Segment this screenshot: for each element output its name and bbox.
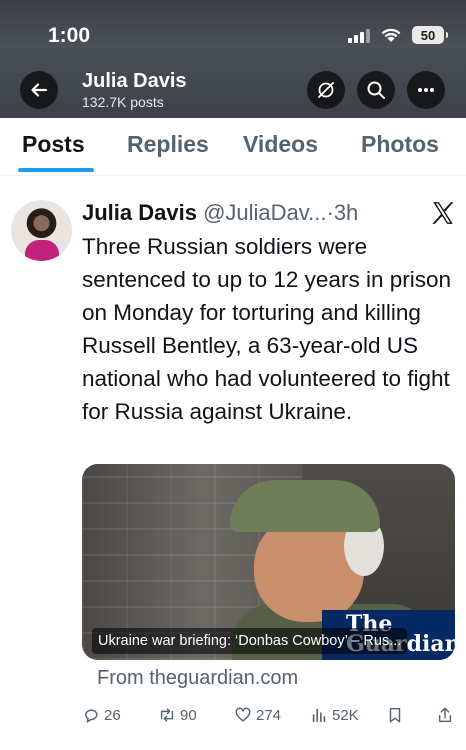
- reply-icon: [84, 709, 98, 723]
- tweet-action-bar: 26 90 274 52K: [0, 700, 466, 736]
- views-chart-icon: [312, 708, 326, 723]
- tab-posts[interactable]: Posts: [22, 131, 85, 158]
- more-dots-icon: [418, 88, 434, 92]
- tweet-text: Three Russian soldiers were sentenced to…: [82, 234, 451, 424]
- tab-replies[interactable]: Replies: [127, 131, 209, 158]
- share-button[interactable]: [436, 706, 454, 724]
- tweet-author-handle[interactable]: @JuliaDav...: [203, 200, 326, 225]
- bookmark-icon: [389, 707, 401, 723]
- grok-button[interactable]: [307, 71, 345, 109]
- battery-icon: 50: [412, 26, 448, 44]
- back-button[interactable]: [20, 71, 58, 109]
- profile-header-banner: 1:00 50 Julia Davis 132.7K posts: [0, 0, 466, 118]
- tab-photos[interactable]: Photos: [361, 131, 439, 158]
- grok-icon: [318, 82, 334, 98]
- header-profile-name: Julia Davis: [82, 70, 187, 92]
- views-count: 52K: [332, 706, 359, 724]
- reply-button[interactable]: 26: [82, 706, 121, 724]
- repost-button[interactable]: 90: [158, 706, 197, 724]
- like-button[interactable]: 274: [234, 706, 281, 724]
- bookmark-button[interactable]: [386, 706, 404, 724]
- header-posts-count: 132.7K posts: [82, 94, 164, 110]
- views-button[interactable]: 52K: [310, 706, 359, 724]
- repost-icon: [160, 708, 174, 722]
- status-time: 1:00: [48, 24, 91, 47]
- search-button[interactable]: [357, 71, 395, 109]
- profile-nav: Julia Davis 132.7K posts: [0, 68, 466, 112]
- tweet-author-name[interactable]: Julia Davis: [82, 200, 197, 225]
- profile-tabs: Posts Replies Videos Photos: [0, 118, 466, 176]
- wifi-icon: [381, 28, 401, 42]
- search-icon: [367, 81, 385, 99]
- share-icon: [438, 707, 452, 723]
- tweet-separator-dot: ·: [326, 200, 334, 225]
- battery-level: 50: [420, 27, 436, 43]
- x-logo-icon: [432, 202, 454, 224]
- active-tab-indicator: [18, 168, 94, 172]
- cellular-signal-icon: [348, 28, 370, 43]
- status-bar: 1:00 50: [0, 0, 466, 70]
- status-icons: 50: [348, 26, 448, 44]
- link-preview-card[interactable]: The Guardian Ukraine war briefing: ‘Donb…: [82, 464, 455, 660]
- tweet-header: Julia Davis @JuliaDav...·3h: [82, 200, 382, 226]
- like-count: 274: [256, 706, 282, 724]
- card-source-link[interactable]: From theguardian.com: [97, 667, 298, 690]
- tab-videos[interactable]: Videos: [243, 131, 318, 158]
- heart-icon: [235, 707, 251, 722]
- reply-count: 26: [104, 706, 121, 724]
- arrow-left-icon: [31, 83, 48, 97]
- repost-count: 90: [180, 706, 197, 724]
- card-title: Ukraine war briefing: ‘Donbas Cowboy’ – …: [92, 628, 408, 654]
- card-image-figure-hat: [230, 480, 380, 532]
- tweet-timestamp[interactable]: 3h: [334, 200, 358, 225]
- avatar-figure: [25, 240, 59, 261]
- avatar[interactable]: [11, 200, 72, 261]
- more-options-button[interactable]: [407, 71, 445, 109]
